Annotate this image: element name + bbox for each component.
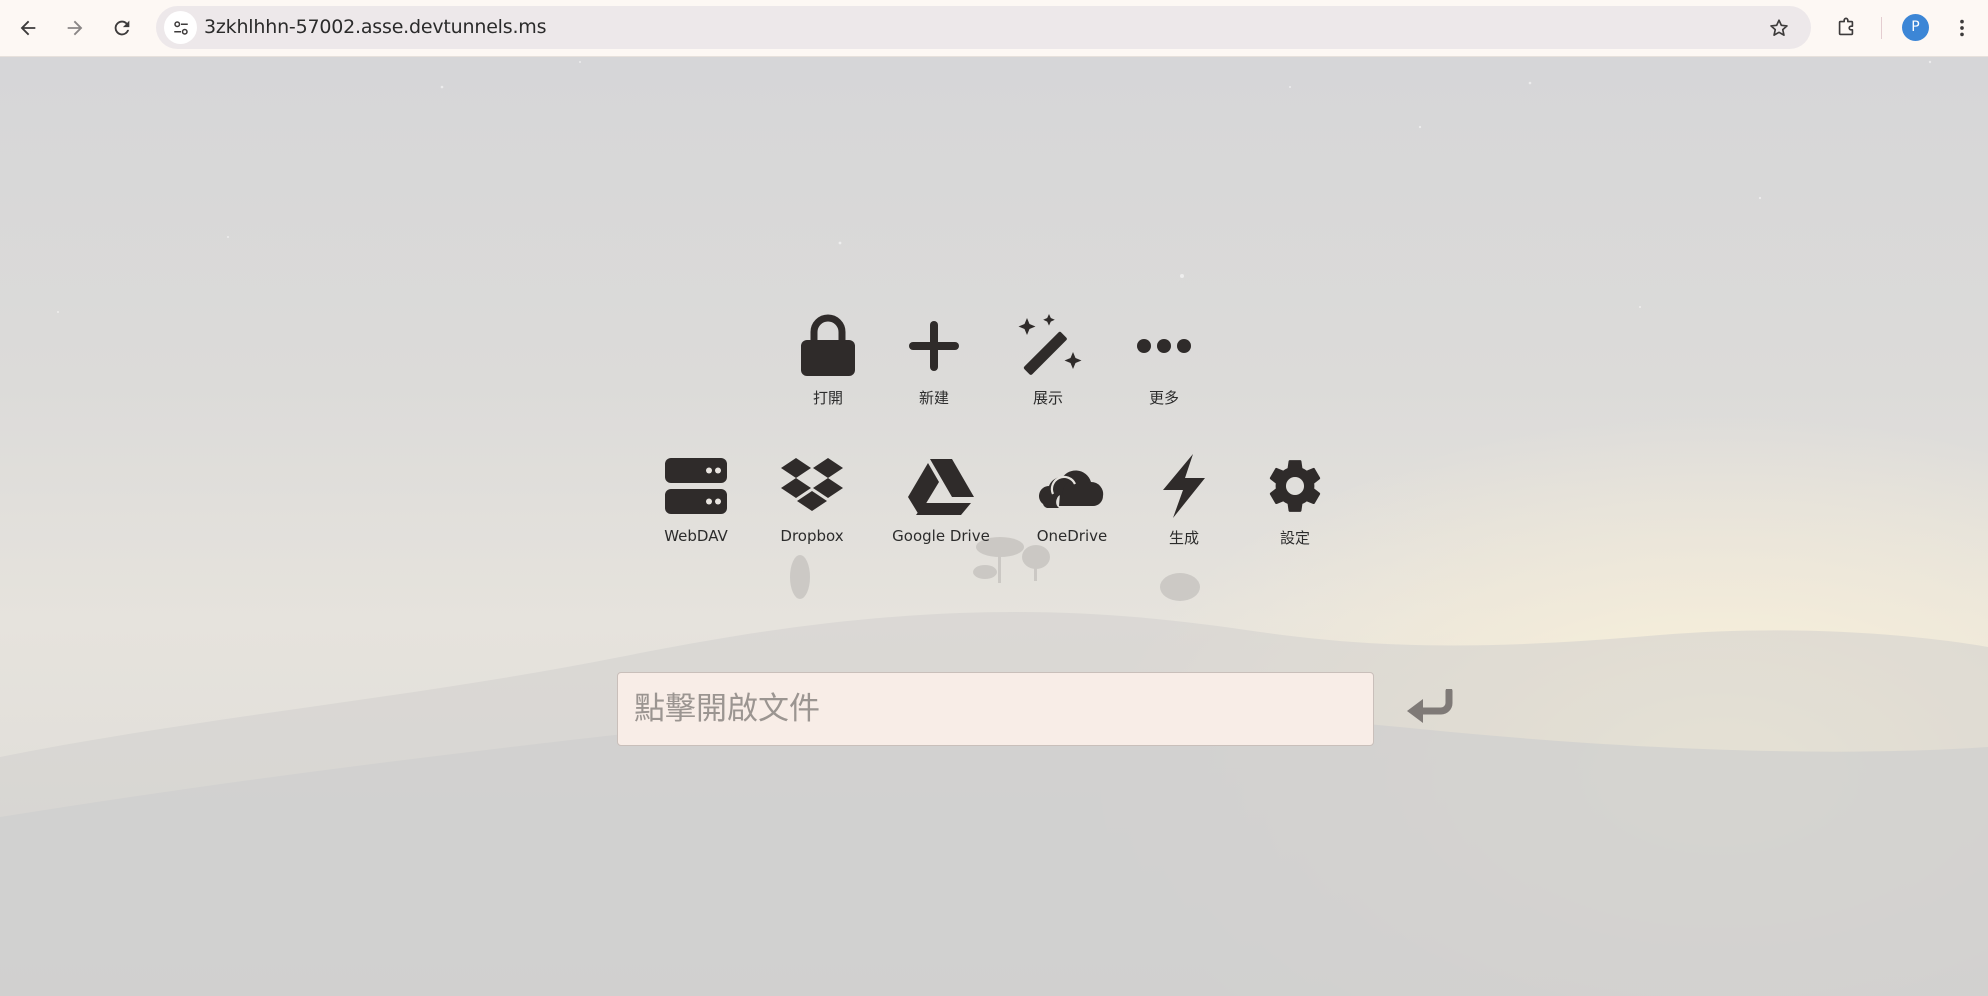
tile-label: OneDrive xyxy=(1036,527,1108,545)
forward-button[interactable] xyxy=(58,11,92,45)
arrow-left-icon xyxy=(20,20,36,36)
open-tile[interactable]: 打開 xyxy=(793,313,863,408)
magic-wand-icon xyxy=(1008,313,1088,379)
onedrive-tile[interactable]: OneDrive xyxy=(1031,453,1113,545)
tile-label: 更多 xyxy=(1148,389,1179,407)
open-document-input[interactable] xyxy=(617,672,1374,746)
page-content: 打開 新建 展示 更多 WebDAV Dropbox Google Drive … xyxy=(0,57,1988,996)
google-drive-tile[interactable]: Google Drive xyxy=(888,453,994,545)
ellipsis-icon xyxy=(1129,313,1199,379)
address-bar[interactable]: 3zkhlhhn-57002.asse.devtunnels.ms xyxy=(156,6,1811,49)
star-icon xyxy=(1770,19,1788,36)
arrow-right-icon xyxy=(67,20,83,36)
more-tile[interactable]: 更多 xyxy=(1129,313,1199,408)
plus-icon xyxy=(899,313,969,379)
tile-label: 生成 xyxy=(1168,529,1199,547)
browser-menu-button[interactable] xyxy=(1945,11,1979,45)
settings-tile[interactable]: 設定 xyxy=(1260,453,1330,548)
server-icon xyxy=(656,453,736,519)
puzzle-icon xyxy=(1838,17,1854,36)
bookmark-button[interactable] xyxy=(1765,14,1793,42)
webdav-tile[interactable]: WebDAV xyxy=(656,453,736,545)
site-info-button[interactable] xyxy=(164,11,197,44)
dropbox-tile[interactable]: Dropbox xyxy=(772,453,852,545)
tile-label: 設定 xyxy=(1279,529,1310,547)
present-tile[interactable]: 展示 xyxy=(1008,313,1088,408)
reload-icon xyxy=(114,20,130,36)
tile-label: WebDAV xyxy=(664,527,728,545)
browser-toolbar: 3zkhlhhn-57002.asse.devtunnels.ms P xyxy=(0,0,1988,57)
tile-label: 新建 xyxy=(918,389,949,407)
new-tile[interactable]: 新建 xyxy=(899,313,969,408)
extensions-button[interactable] xyxy=(1829,11,1863,45)
lightning-icon xyxy=(1149,453,1219,519)
generate-tile[interactable]: 生成 xyxy=(1149,453,1219,548)
enter-button[interactable] xyxy=(1404,685,1456,729)
lock-icon xyxy=(793,313,863,379)
toolbar-divider xyxy=(1881,17,1882,39)
reload-button[interactable] xyxy=(105,11,139,45)
return-arrow-icon xyxy=(1407,689,1453,723)
background-landscape-image xyxy=(0,60,1988,996)
onedrive-icon xyxy=(1031,453,1113,519)
google-drive-icon xyxy=(888,453,994,519)
gear-icon xyxy=(1260,453,1330,519)
kebab-menu-icon xyxy=(1960,19,1964,37)
profile-avatar[interactable]: P xyxy=(1902,14,1929,41)
tile-label: Google Drive xyxy=(892,527,990,545)
tile-label: Dropbox xyxy=(780,527,844,545)
url-text[interactable]: 3zkhlhhn-57002.asse.devtunnels.ms xyxy=(204,6,547,49)
tile-label: 展示 xyxy=(1032,389,1063,407)
tune-icon xyxy=(173,20,188,35)
back-button[interactable] xyxy=(11,11,45,45)
tile-label: 打開 xyxy=(812,389,843,407)
dropbox-icon xyxy=(772,453,852,519)
